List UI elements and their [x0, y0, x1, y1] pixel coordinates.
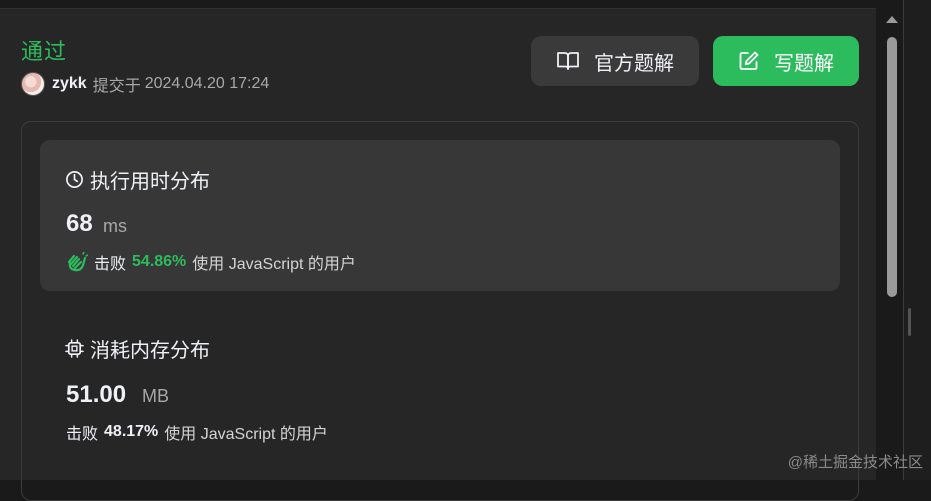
- edit-icon: [739, 51, 759, 70]
- submission-datetime: 2024.04.20 17:24: [144, 75, 270, 92]
- memory-value: 51.00: [66, 381, 127, 408]
- write-solution-label: 写题解: [774, 52, 834, 75]
- official-solution-label: 官方题解: [594, 52, 674, 75]
- book-icon: [557, 52, 579, 70]
- runtime-beat-label: 击败: [94, 256, 127, 273]
- watermark: @稀土掘金技术社区: [787, 454, 923, 471]
- official-solution-button[interactable]: 官方题解: [531, 36, 699, 86]
- memory-beat-suffix: 使用 JavaScript 的用户: [164, 426, 328, 443]
- divider: [0, 8, 876, 9]
- write-solution-button[interactable]: 写题解: [713, 36, 859, 86]
- memory-beat-label: 击败: [66, 426, 99, 443]
- runtime-unit: ms: [103, 216, 127, 236]
- clap-icon: [67, 252, 88, 272]
- username-link[interactable]: zykk: [52, 75, 87, 93]
- memory-title: 消耗内存分布: [90, 340, 210, 362]
- runtime-beat-row: 击败 54.86% 使用 JavaScript 的用户: [66, 250, 356, 274]
- clock-icon: [66, 171, 83, 188]
- runtime-beat-suffix: 使用 JavaScript 的用户: [192, 256, 356, 273]
- submitted-label: 提交于: [92, 78, 141, 95]
- submission-meta: zykk 提交于 2024.04.20 17:24: [21, 72, 269, 96]
- scrollbar-thumb[interactable]: [887, 37, 897, 297]
- memory-beat-percent: 48.17%: [104, 423, 159, 440]
- memory-title-row[interactable]: 消耗内存分布: [65, 334, 210, 363]
- runtime-value: 68: [66, 210, 93, 237]
- chip-icon: [65, 339, 84, 358]
- memory-unit: MB: [142, 386, 169, 406]
- runtime-beat-percent: 54.86%: [132, 253, 187, 270]
- avatar[interactable]: [21, 72, 45, 96]
- scroll-up-arrow-icon[interactable]: [886, 16, 898, 23]
- memory-beat-row: 击败 48.17% 使用 JavaScript 的用户: [66, 420, 328, 444]
- resize-handle[interactable]: [908, 308, 911, 336]
- runtime-title: 执行用时分布: [90, 171, 210, 193]
- side-panel-edge: [903, 0, 931, 480]
- runtime-title-row: 执行用时分布: [65, 165, 210, 194]
- submission-status: 通过: [21, 39, 68, 64]
